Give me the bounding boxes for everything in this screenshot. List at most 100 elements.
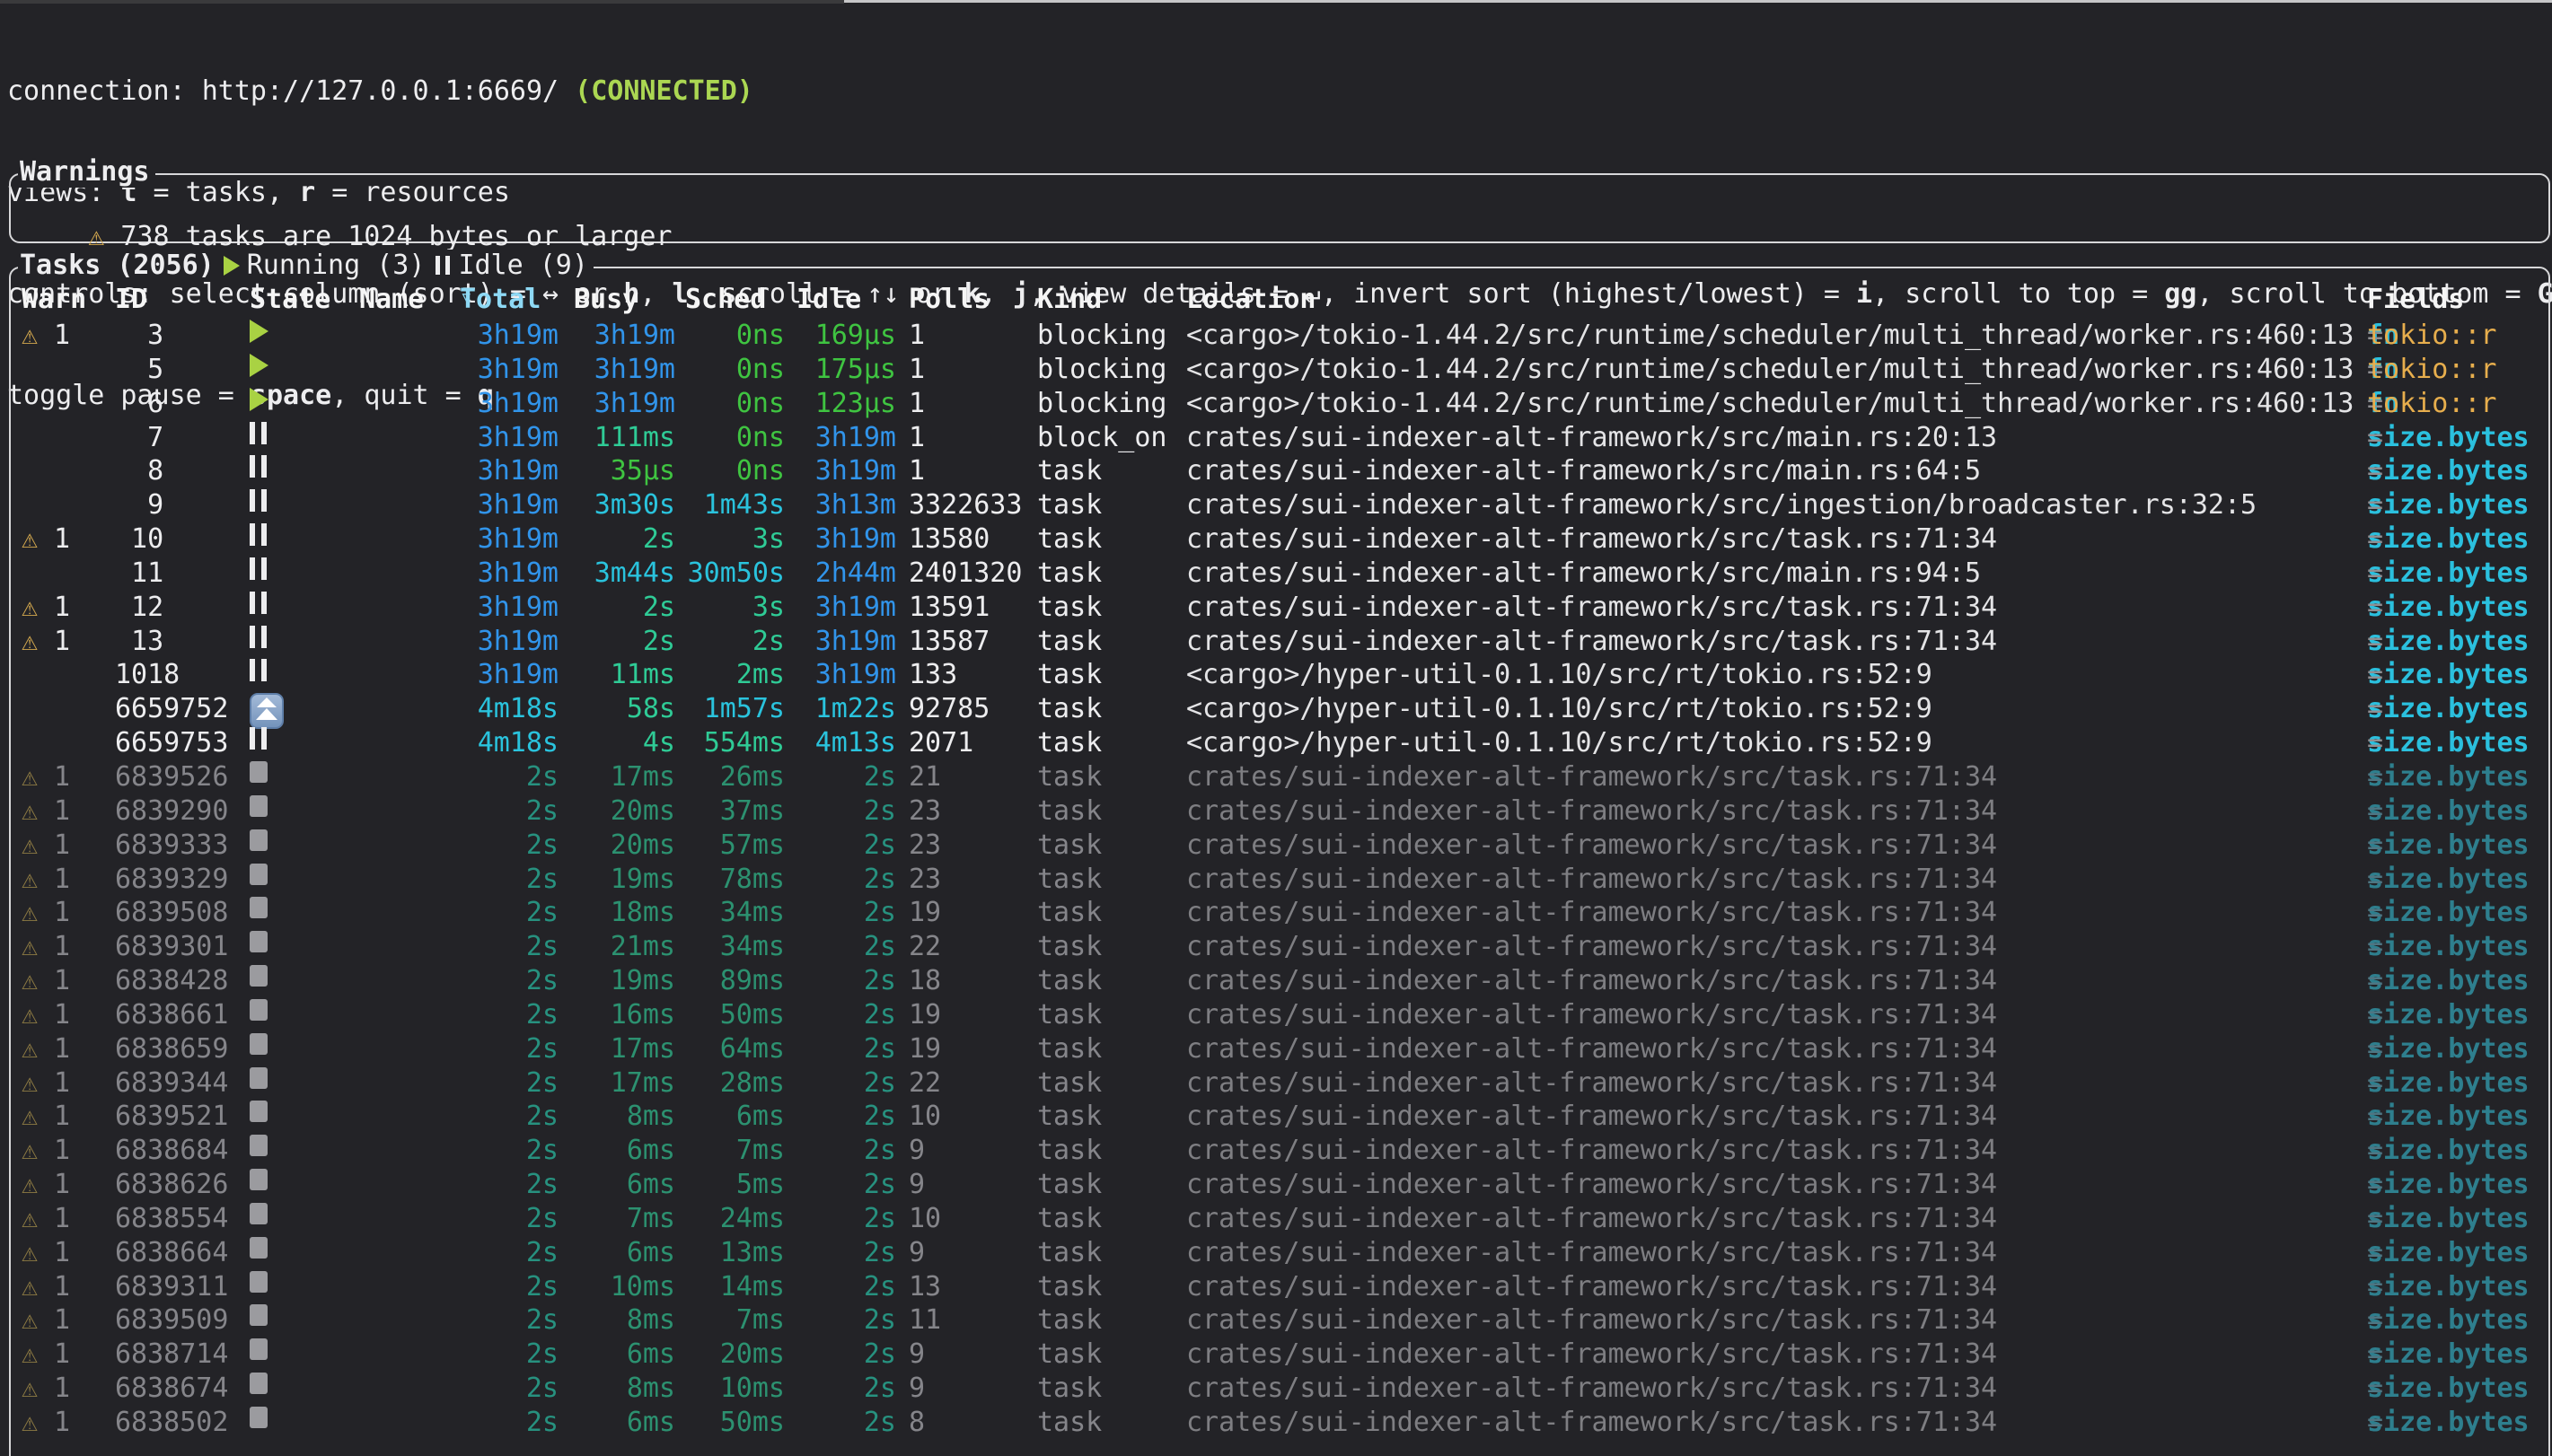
connection-line: connection: http://127.0.0.1:6669/ (CONN…: [7, 75, 2552, 109]
total-duration: 2s: [460, 1203, 559, 1234]
task-id: 6839311: [115, 1271, 228, 1303]
task-row[interactable]: 10183h19m11ms2ms3h19m133task<cargo>/hype…: [11, 659, 2548, 693]
polls-count: 19: [909, 897, 941, 928]
idle-duration: 2s: [783, 864, 896, 895]
task-row[interactable]: 93h19m3m30s1m43s3h13m3322633taskcrates/s…: [11, 489, 2548, 523]
task-row[interactable]: 73h19m111ms0ns3h19m1block_oncrates/sui-i…: [11, 422, 2548, 456]
task-location: crates/sui-indexer-alt-framework/src/tas…: [1186, 523, 1997, 555]
field-name: size.bytes: [2367, 795, 2530, 827]
task-kind: task: [1037, 557, 1102, 589]
warn-count: 1: [54, 1237, 70, 1268]
task-row[interactable]: ⚠1 103h19m2s3s3h19m13580taskcrates/sui-i…: [11, 523, 2548, 557]
field-value: tokio::r: [2367, 388, 2497, 419]
task-row[interactable]: ⚠1 123h19m2s3s3h19m13591taskcrates/sui-i…: [11, 592, 2548, 626]
column-header-sched[interactable]: Sched: [685, 284, 766, 315]
field-name: size.bytes: [2367, 693, 2530, 724]
task-kind: task: [1037, 1135, 1102, 1166]
task-row[interactable]: ⚠168386742s8ms10ms2s9taskcrates/sui-inde…: [11, 1373, 2548, 1407]
row-warning-triangle-icon: ⚠: [22, 829, 38, 861]
column-header-state[interactable]: State: [250, 284, 330, 315]
task-row[interactable]: ⚠168386642s6ms13ms2s9taskcrates/sui-inde…: [11, 1237, 2548, 1271]
task-row[interactable]: 113h19m3m44s30m50s2h44m2401320taskcrates…: [11, 557, 2548, 592]
task-location: <cargo>/tokio-1.44.2/src/runtime/schedul…: [1186, 320, 2354, 351]
task-row[interactable]: ⚠168393112s10ms14ms2s13taskcrates/sui-in…: [11, 1271, 2548, 1305]
task-row[interactable]: 66597534m18s4s554ms4m13s2071task<cargo>/…: [11, 727, 2548, 761]
idle-duration: 1m22s: [783, 693, 896, 724]
idle-duration: 2s: [783, 1237, 896, 1268]
task-row[interactable]: ⚠1 133h19m2s2s3h19m13587taskcrates/sui-i…: [11, 626, 2548, 660]
task-location: crates/sui-indexer-alt-framework/src/tas…: [1186, 1203, 1997, 1234]
task-id: 7: [115, 422, 163, 453]
task-row[interactable]: ⚠168385022s6ms50ms2s8taskcrates/sui-inde…: [11, 1407, 2548, 1441]
total-duration: 3h19m: [460, 557, 559, 589]
task-row[interactable]: ⚠168395082s18ms34ms2s19taskcrates/sui-in…: [11, 897, 2548, 931]
task-row[interactable]: ⚠168386612s16ms50ms2s19taskcrates/sui-in…: [11, 999, 2548, 1033]
busy-duration: 8ms: [562, 1304, 675, 1336]
task-row[interactable]: ⚠1 33h19m3h19m0ns169µs1blocking<cargo>/t…: [11, 320, 2548, 354]
sched-duration: 34ms: [670, 931, 785, 962]
task-row[interactable]: ⚠168392902s20ms37ms2s23taskcrates/sui-in…: [11, 795, 2548, 829]
warn-count: 1: [54, 795, 70, 827]
task-kind: block_on: [1037, 422, 1167, 453]
task-id: 10: [115, 523, 163, 555]
sort-descending-icon: ▿: [460, 284, 472, 309]
column-header-idle[interactable]: Idle: [796, 284, 861, 315]
busy-duration: 6ms: [562, 1407, 675, 1438]
row-warning-triangle-icon: ⚠: [22, 1067, 38, 1099]
task-row[interactable]: 53h19m3h19m0ns175µs1blocking<cargo>/toki…: [11, 354, 2548, 388]
column-header-polls[interactable]: Polls: [909, 284, 990, 315]
task-row[interactable]: ⚠168393292s19ms78ms2s23taskcrates/sui-in…: [11, 864, 2548, 898]
column-header-location[interactable]: Location: [1186, 284, 1316, 315]
column-header-id[interactable]: ID: [115, 284, 147, 315]
total-duration: 3h19m: [460, 388, 559, 419]
task-rows: ⚠1 33h19m3h19m0ns169µs1blocking<cargo>/t…: [11, 320, 2548, 1441]
sched-duration: 0ns: [670, 455, 785, 487]
busy-duration: 6ms: [562, 1135, 675, 1166]
task-kind: task: [1037, 1373, 1102, 1404]
task-kind: task: [1037, 693, 1102, 724]
task-row[interactable]: ⚠168393442s17ms28ms2s22taskcrates/sui-in…: [11, 1067, 2548, 1101]
task-row[interactable]: ⚠168393012s21ms34ms2s22taskcrates/sui-in…: [11, 931, 2548, 965]
task-location: crates/sui-indexer-alt-framework/src/tas…: [1186, 1101, 1997, 1132]
tasks-panel: Tasks (2056) Running (3) Idle (9) Warn I…: [9, 267, 2550, 1456]
column-header-name[interactable]: Name: [359, 284, 424, 315]
field-value: tokio::r: [2367, 320, 2497, 351]
task-id: 6839508: [115, 897, 228, 928]
sched-duration: 26ms: [670, 761, 785, 793]
warn-count: 1: [54, 931, 70, 962]
task-row[interactable]: ⚠168385542s7ms24ms2s10taskcrates/sui-ind…: [11, 1203, 2548, 1237]
field-equals: =: [2367, 626, 2383, 657]
busy-duration: 20ms: [562, 829, 675, 861]
task-row[interactable]: ⚠168384282s19ms89ms2s18taskcrates/sui-in…: [11, 965, 2548, 999]
task-row[interactable]: ⚠168395092s8ms7ms2s11taskcrates/sui-inde…: [11, 1304, 2548, 1338]
task-row[interactable]: 83h19m35µs0ns3h19m1taskcrates/sui-indexe…: [11, 455, 2548, 489]
task-id: 6838626: [115, 1169, 228, 1200]
idle-duration: 2s: [783, 761, 896, 793]
task-row[interactable]: ⚠168393332s20ms57ms2s23taskcrates/sui-in…: [11, 829, 2548, 864]
task-row[interactable]: ⚠168386262s6ms5ms2s9taskcrates/sui-index…: [11, 1169, 2548, 1203]
task-kind: task: [1037, 1271, 1102, 1303]
task-row[interactable]: ⚠168395212s8ms6ms2s10taskcrates/sui-inde…: [11, 1101, 2548, 1135]
task-row[interactable]: 63h19m3h19m0ns123µs1blocking<cargo>/toki…: [11, 388, 2548, 422]
task-row[interactable]: 66597524m18s58s1m57s1m22s92785task<cargo…: [11, 693, 2548, 727]
column-header-warn[interactable]: Warn: [22, 284, 86, 315]
idle-duration: 175µs: [783, 354, 896, 385]
task-row[interactable]: ⚠168386592s17ms64ms2s19taskcrates/sui-in…: [11, 1033, 2548, 1067]
task-row[interactable]: ⚠168386842s6ms7ms2s9taskcrates/sui-index…: [11, 1135, 2548, 1169]
busy-duration: 3m30s: [562, 489, 675, 521]
column-header-fields[interactable]: Fields: [2367, 284, 2464, 315]
column-header-busy[interactable]: Busy: [574, 284, 638, 315]
column-header-kind[interactable]: Kind: [1037, 284, 1102, 315]
sched-duration: 0ns: [670, 320, 785, 351]
polls-count: 9: [909, 1373, 925, 1404]
polls-count: 92785: [909, 693, 990, 724]
polls-count: 22: [909, 1067, 941, 1099]
warnings-panel-title: Warnings: [18, 156, 155, 188]
row-warning-triangle-icon: ⚠: [22, 1407, 38, 1438]
row-warning-triangle-icon: ⚠: [22, 761, 38, 793]
task-row[interactable]: ⚠168395262s17ms26ms2s21taskcrates/sui-in…: [11, 761, 2548, 795]
polls-count: 22: [909, 931, 941, 962]
field-equals: =: [2367, 523, 2383, 555]
task-id: 12: [115, 592, 163, 623]
task-row[interactable]: ⚠168387142s6ms20ms2s9taskcrates/sui-inde…: [11, 1338, 2548, 1373]
